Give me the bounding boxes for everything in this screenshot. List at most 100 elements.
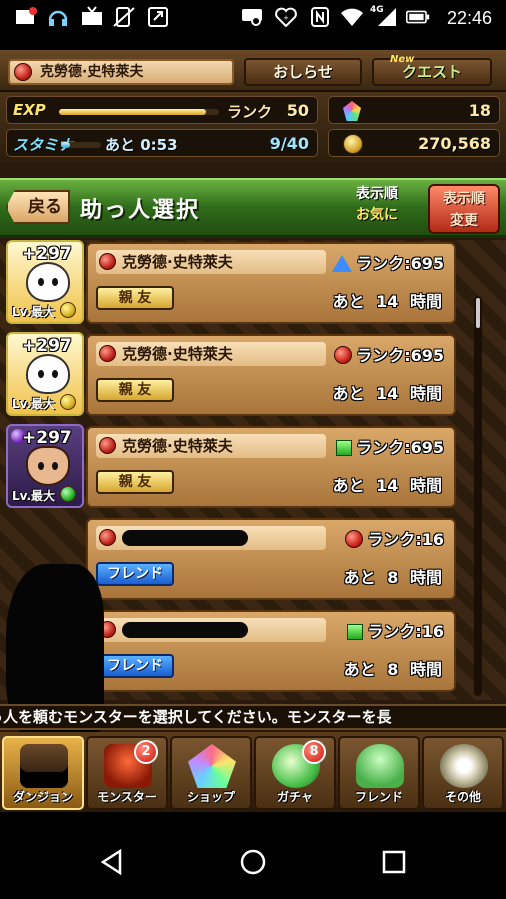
instruction-ticker: っ人を頼むモンスターを選択してください。モンスターを長 bbox=[0, 704, 506, 730]
helper-name: 克勞德·史特萊夫 bbox=[122, 437, 233, 455]
cast-icon bbox=[242, 9, 262, 26]
remaining-time: あと 14 時間 bbox=[332, 384, 442, 403]
friend-tag: フレンド bbox=[96, 654, 174, 678]
helper-info-card[interactable]: 克勞德·史特萊夫 親 友 ランク:695 あと 14 時間 bbox=[86, 334, 456, 416]
nav-label: ショップ bbox=[186, 790, 235, 804]
nav-label: モンスター bbox=[97, 790, 157, 804]
nav-label: ガチャ bbox=[277, 790, 313, 804]
exp-panel: EXP ランク 50 bbox=[6, 96, 318, 124]
level-label: Lv.最大 bbox=[12, 305, 56, 319]
wood-attribute-icon bbox=[60, 486, 76, 502]
plus-value: +297 bbox=[22, 428, 72, 448]
top-strip: 克勞德·史特萊夫 おしらせ クエスト New bbox=[0, 50, 506, 92]
helper-row[interactable]: +297 Lv.最大 克勞德·史特萊夫 親 友 ランク:695 あと 14 時間 bbox=[4, 240, 456, 326]
fire-attribute-icon bbox=[99, 529, 116, 546]
back-triangle-icon[interactable] bbox=[98, 848, 126, 876]
back-button[interactable]: 戻る bbox=[6, 190, 70, 224]
tv-icon bbox=[82, 6, 102, 25]
light-attribute-icon bbox=[60, 302, 76, 318]
battery-icon bbox=[406, 10, 430, 24]
nav-monster[interactable]: 2 モンスター bbox=[86, 736, 168, 810]
rank-circle-icon bbox=[345, 530, 364, 548]
new-badge: New bbox=[390, 54, 415, 65]
helper-row[interactable]: +297 Lv.最大 克勞德·史特萊夫 親 友 ランク:695 あと 14 時間 bbox=[4, 332, 456, 418]
rank-triangle-icon bbox=[332, 255, 353, 272]
change-sort-label-1: 表示順 bbox=[443, 191, 485, 207]
game-screen: 克勞德·史特萊夫 おしらせ クエスト New EXP ランク 50 スタミナ あ… bbox=[0, 50, 506, 812]
signal-icon bbox=[378, 8, 396, 26]
magic-stone-icon bbox=[343, 101, 361, 121]
wifi-icon bbox=[341, 8, 363, 26]
stamina-bar bbox=[61, 142, 101, 148]
nav-gacha[interactable]: 8 ガチャ bbox=[254, 736, 336, 810]
stamina-timer: あと 0:53 bbox=[105, 136, 178, 154]
best-friend-tag: 親 友 bbox=[96, 286, 174, 310]
scrollbar[interactable] bbox=[474, 296, 482, 696]
stamina-panel: スタミナ あと 0:53 9/40 bbox=[6, 129, 318, 157]
page-title: 助っ人選択 bbox=[80, 198, 201, 223]
friend-tag: フレンド bbox=[96, 562, 174, 586]
helper-info-card[interactable]: 克勞德·史特萊夫 親 友 ランク:695 あと 14 時間 bbox=[86, 426, 456, 508]
nav-friend[interactable]: フレンド bbox=[338, 736, 420, 810]
svg-text:+: + bbox=[283, 14, 289, 22]
recents-square-icon[interactable] bbox=[380, 848, 408, 876]
fire-attribute-icon bbox=[99, 253, 116, 270]
player-name-pill[interactable]: 克勞德·史特萊夫 bbox=[8, 59, 234, 85]
change-sort-button[interactable]: 表示順 変更 bbox=[428, 184, 500, 234]
exp-label: EXP bbox=[13, 101, 46, 119]
plus-value: +297 bbox=[22, 244, 72, 264]
change-sort-label-2: 変更 bbox=[450, 213, 478, 229]
best-friend-tag: 親 友 bbox=[96, 470, 174, 494]
helper-rank: ランク:16 bbox=[367, 622, 444, 641]
notice-button[interactable]: おしらせ bbox=[244, 58, 362, 86]
light-attribute-icon bbox=[60, 394, 76, 410]
rank-square-icon bbox=[347, 624, 364, 640]
helper-monster-avatar[interactable]: +297 Lv.最大 bbox=[6, 240, 84, 324]
monster-portrait bbox=[26, 446, 70, 486]
notification-icon bbox=[16, 7, 37, 24]
helper-info-card[interactable]: フレンド ランク:16 あと 8 時間 bbox=[86, 610, 456, 692]
fire-attribute-icon bbox=[99, 345, 116, 362]
coin-count: 270,568 bbox=[418, 134, 491, 153]
clock: 22:46 bbox=[446, 8, 492, 28]
rank-value: 50 bbox=[286, 101, 309, 120]
helper-rank: ランク:695 bbox=[356, 254, 444, 273]
monster-portrait bbox=[26, 354, 70, 394]
system-nav-bar bbox=[0, 812, 506, 899]
monster-portrait bbox=[26, 262, 70, 302]
helper-list[interactable]: +297 Lv.最大 克勞德·史特萊夫 親 友 ランク:695 あと 14 時間… bbox=[0, 240, 506, 744]
nav-other[interactable]: その他 bbox=[422, 736, 504, 810]
stamina-bar-fill bbox=[61, 142, 70, 148]
helper-info-card[interactable]: フレンド ランク:16 あと 8 時間 bbox=[86, 518, 456, 600]
other-icon bbox=[440, 744, 488, 788]
helper-monster-avatar[interactable]: +297 Lv.最大 bbox=[6, 332, 84, 416]
best-friend-tag: 親 友 bbox=[96, 378, 174, 402]
magic-stone-count: 18 bbox=[468, 101, 491, 120]
rank-circle-icon bbox=[334, 346, 353, 364]
helper-row[interactable]: +297 Lv.最大 克勞德·史特萊夫 親 友 ランク:695 あと 14 時間 bbox=[4, 424, 456, 510]
nav-shop[interactable]: ショップ bbox=[170, 736, 252, 810]
level-label: Lv.最大 bbox=[12, 489, 56, 503]
nfc-icon bbox=[311, 7, 329, 27]
helper-rank: ランク:695 bbox=[356, 438, 444, 457]
nav-dungeon[interactable]: ダンジョン bbox=[2, 736, 84, 810]
remaining-time: あと 14 時間 bbox=[332, 292, 442, 311]
nav-label: ダンジョン bbox=[12, 790, 73, 804]
notification-badge: 8 bbox=[302, 740, 326, 764]
helper-rank: ランク:16 bbox=[367, 530, 444, 549]
coin-icon bbox=[343, 134, 363, 154]
helper-monster-avatar[interactable]: +297 Lv.最大 bbox=[6, 424, 84, 508]
rank-square-icon bbox=[336, 440, 353, 456]
helper-info-card[interactable]: 克勞德·史特萊夫 親 友 ランク:695 あと 14 時間 bbox=[86, 242, 456, 324]
scrollbar-thumb[interactable] bbox=[476, 298, 480, 328]
sort-order-value: お気に bbox=[356, 207, 398, 223]
heart-icon: + bbox=[275, 7, 297, 28]
nav-label: フレンド bbox=[354, 790, 403, 804]
plus-value: +297 bbox=[22, 336, 72, 356]
helper-name: 克勞德·史特萊夫 bbox=[122, 253, 233, 271]
shop-icon bbox=[188, 744, 236, 788]
home-circle-icon[interactable] bbox=[239, 848, 267, 876]
helper-name: 克勞德·史特萊夫 bbox=[122, 345, 233, 363]
signal-off-icon bbox=[113, 7, 135, 27]
dungeon-icon bbox=[20, 744, 68, 788]
